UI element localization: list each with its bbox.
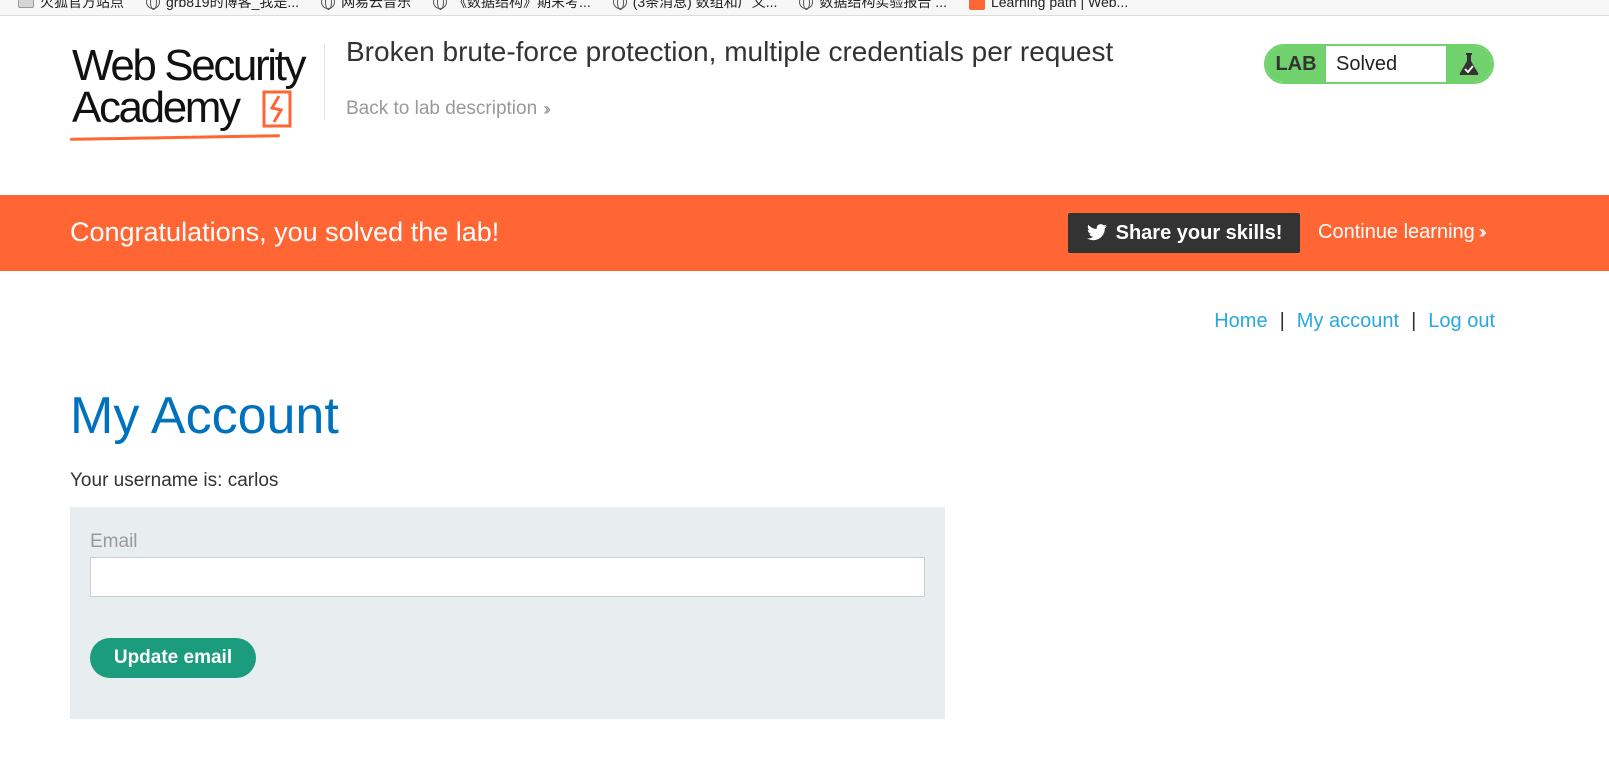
email-input[interactable]: [90, 557, 925, 597]
share-button-label: Share your skills!: [1115, 221, 1283, 244]
lab-status-value: Solved: [1326, 46, 1446, 82]
logo-underline: [69, 134, 281, 141]
back-link-label: Back to lab description: [346, 98, 538, 119]
continue-learning-link[interactable]: Continue learning ››: [1318, 221, 1487, 244]
bookmark-item[interactable]: 网易云音乐: [321, 0, 411, 12]
bookmark-item[interactable]: 数据结构实验报告 ...: [799, 0, 947, 12]
flask-icon: [1446, 46, 1492, 82]
twitter-icon: [1086, 224, 1107, 241]
globe-icon: [799, 0, 814, 10]
solved-banner: Congratulations, you solved the lab! Sha…: [0, 195, 1609, 271]
continue-learning-label: Continue learning: [1318, 221, 1475, 243]
bookmark-label: 火狐官方站点: [40, 0, 124, 10]
lab-header: Web Security Academy Broken brute-force …: [0, 16, 1609, 190]
bookmark-item[interactable]: 《数据结构》期末考...: [433, 0, 591, 12]
bookmarks-bar: 火狐官方站点 grb819的博客_我是... 网易云音乐 《数据结构》期末考..…: [0, 0, 1609, 16]
header-divider: [324, 44, 325, 120]
logo-line-1: Web Security: [72, 41, 306, 90]
username-text: Your username is: carlos: [70, 470, 279, 491]
double-chevron-right-icon: ››: [1478, 222, 1487, 242]
change-email-form: Email Update email: [70, 507, 945, 719]
bookmark-item[interactable]: grb819的博客_我是...: [146, 0, 299, 12]
portswigger-icon: [968, 0, 985, 10]
lab-status-widget: LAB Solved: [1264, 44, 1494, 84]
bookmark-item[interactable]: (3条消息) 数组和广义...: [612, 0, 778, 12]
bookmark-label: 网易云音乐: [341, 0, 412, 10]
globe-icon: [146, 0, 160, 10]
lightning-bolt-icon: [262, 90, 292, 128]
nav-home-link[interactable]: Home: [1214, 310, 1267, 333]
lab-status-label: LAB: [1266, 46, 1326, 82]
nav-my-account-link[interactable]: My account: [1297, 310, 1399, 333]
bookmark-label: 数据结构实验报告 ...: [819, 0, 947, 10]
bookmark-label: grb819的博客_我是...: [166, 0, 300, 10]
email-label: Email: [90, 531, 138, 552]
folder-icon: [18, 0, 34, 8]
back-to-description-link[interactable]: Back to lab description ››: [346, 98, 551, 120]
web-security-academy-logo[interactable]: Web Security Academy: [69, 41, 320, 146]
account-nav: Home | My account | Log out: [1214, 310, 1495, 333]
globe-icon: [321, 0, 336, 10]
congratulations-message: Congratulations, you solved the lab!: [70, 217, 500, 247]
logo-line-2: Academy: [72, 83, 241, 132]
lab-title: Broken brute-force protection, multiple …: [346, 36, 1114, 67]
bookmark-item[interactable]: Learning path | Web...: [968, 0, 1129, 10]
globe-icon: [433, 0, 448, 10]
globe-icon: [612, 0, 627, 10]
bookmark-item[interactable]: 火狐官方站点: [18, 0, 124, 12]
share-skills-button[interactable]: Share your skills!: [1068, 213, 1300, 253]
bookmark-label: Learning path | Web...: [990, 0, 1129, 10]
update-email-button[interactable]: Update email: [90, 638, 256, 678]
nav-separator: |: [1279, 310, 1285, 332]
bookmark-label: 《数据结构》期末考...: [453, 0, 591, 10]
double-chevron-right-icon: ››: [543, 98, 551, 119]
page-title: My Account: [70, 387, 339, 445]
bookmark-label: (3条消息) 数组和广义...: [632, 0, 778, 10]
nav-separator: |: [1411, 310, 1417, 332]
nav-log-out-link[interactable]: Log out: [1428, 310, 1495, 333]
